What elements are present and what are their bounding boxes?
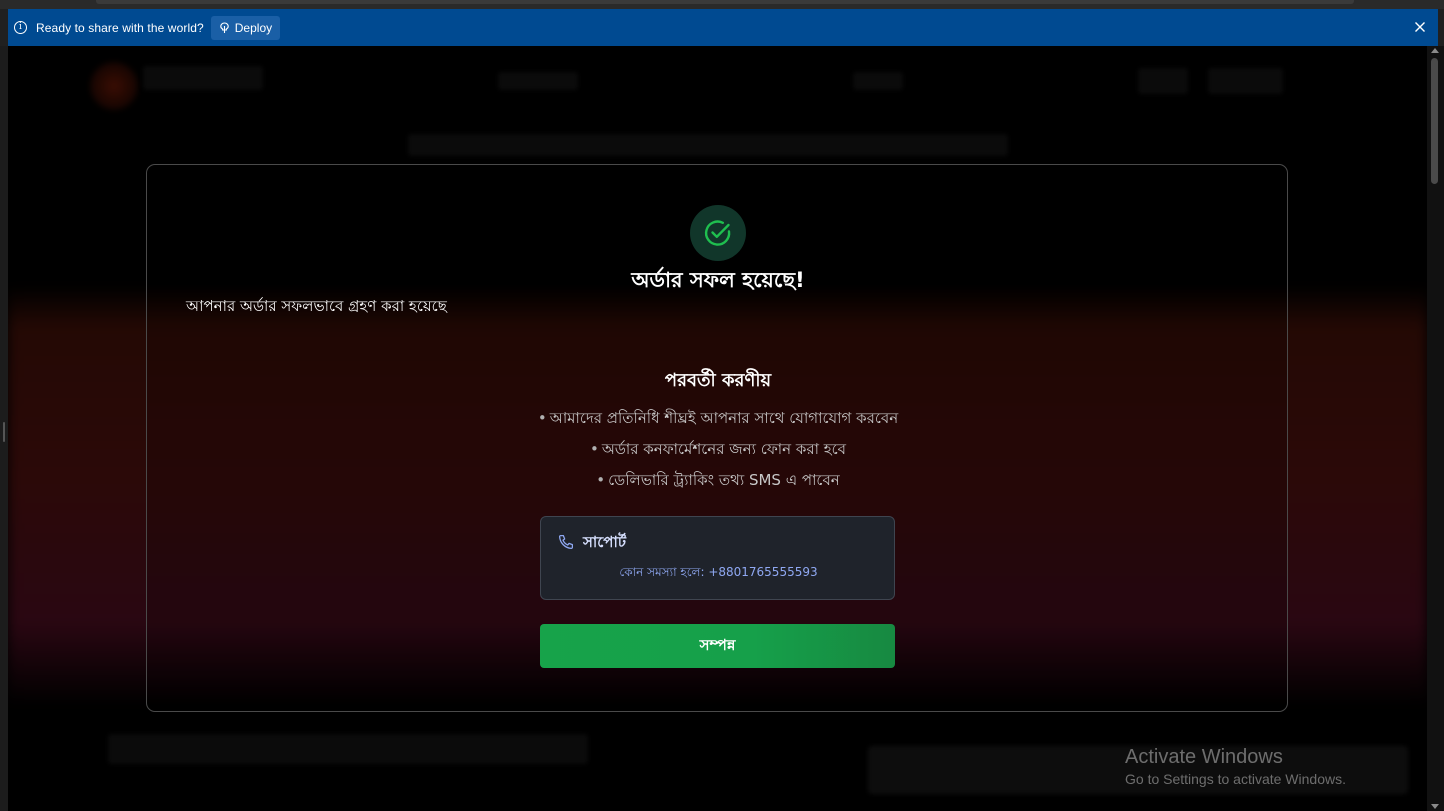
background-brand-text [143,66,263,90]
next-step-item: • আমাদের প্রতিনিধি শীঘ্রই আপনার সাথে যোগা… [147,407,1289,438]
background-footer-links [108,734,588,764]
support-header: সাপোর্ট [557,531,626,553]
window-top-tab [96,0,1354,4]
info-icon: i [14,21,27,34]
vertical-scrollbar[interactable] [1427,46,1444,811]
resize-grip[interactable] [3,422,5,442]
next-steps-title: পরবর্তী করণীয় [664,370,772,391]
support-title: সাপোর্ট [583,533,626,551]
next-step-item: • অর্ডার কনফার্মেশনের জন্য ফোন করা হবে [147,438,1289,469]
background-logo [90,62,138,110]
bullet: • [596,471,606,489]
deploy-button[interactable]: Deploy [210,15,281,40]
deploy-label: Deploy [234,20,273,35]
background-header-button [1208,68,1283,94]
next-step-text: অর্ডার কনফার্মেশনের জন্য ফোন করা হবে [601,440,846,458]
next-steps-list: • আমাদের প্রতিনিধি শীঘ্রই আপনার সাথে যোগা… [147,407,1289,500]
support-card: সাপোর্ট কোন সমস্যা হলে: +8801765555593 [540,516,895,600]
info-message: Ready to share with the world? [36,20,204,35]
window-top-strip [0,0,1444,9]
next-step-text: ডেলিভারি ট্র্যাকিং তথ্য SMS এ পাবেন [608,471,840,489]
close-icon[interactable] [1412,19,1428,35]
modal-title: অর্ডার সফল হয়েছে! [631,268,805,292]
background-nav-item [853,72,903,90]
order-success-modal: অর্ডার সফল হয়েছে! আপনার অর্ডার সফলভাবে … [146,164,1288,712]
watermark-subtitle: Go to Settings to activate Windows. [1125,771,1346,787]
success-badge [690,205,746,261]
modal-subtitle: আপনার অর্ডার সফলভাবে গ্রহণ করা হয়েছে [186,297,447,315]
screen: i Ready to share with the world? Deploy [0,0,1444,811]
deploy-icon [220,21,229,33]
next-step-text: আমাদের প্রতিনিধি শীঘ্রই আপনার সাথে যোগায… [549,409,899,427]
phone-icon [558,534,574,550]
background-nav-item [498,72,578,90]
support-phone-text: কোন সমস্যা হলে: +8801765555593 [619,565,818,579]
check-circle-icon [704,220,731,246]
background-header-button [1138,68,1188,94]
scroll-down-arrow-icon[interactable] [1431,804,1439,809]
left-panel-edge [0,46,8,811]
background-category-bar [408,134,1008,156]
bullet: • [537,409,547,427]
scroll-thumb[interactable] [1431,58,1438,184]
activate-windows-watermark: Activate Windows Go to Settings to activ… [1125,745,1346,789]
watermark-title: Activate Windows [1125,746,1283,768]
scroll-up-arrow-icon[interactable] [1431,48,1439,53]
bullet: • [590,440,599,458]
next-step-item: • ডেলিভারি ট্র্যাকিং তথ্য SMS এ পাবেন [147,469,1289,500]
deploy-info-bar: i Ready to share with the world? Deploy [8,9,1438,46]
done-button[interactable]: সম্পন্ন [540,624,895,668]
